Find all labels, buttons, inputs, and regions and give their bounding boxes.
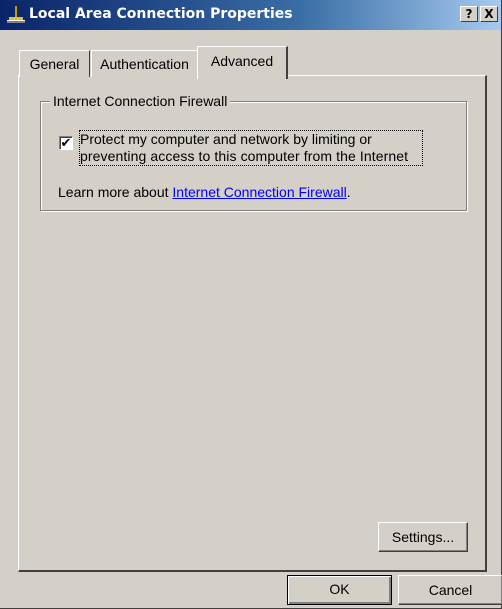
firewall-help-link[interactable]: Internet Connection Firewall <box>172 184 346 200</box>
close-button[interactable]: X <box>480 6 498 22</box>
learn-more-prefix: Learn more about <box>58 184 173 200</box>
properties-dialog: Local Area Connection Properties ? X Gen… <box>0 0 502 609</box>
title-bar[interactable]: Local Area Connection Properties ? X <box>0 0 501 30</box>
protect-checkbox-label[interactable]: Protect my computer and network by limit… <box>79 130 423 166</box>
window-title: Local Area Connection Properties <box>29 6 293 22</box>
cancel-button[interactable]: Cancel <box>398 575 502 605</box>
ok-button[interactable]: OK <box>287 575 392 605</box>
learn-more-text: Learn more about Internet Connection Fir… <box>58 184 351 200</box>
learn-more-suffix: . <box>346 184 351 200</box>
tab-advanced[interactable]: Advanced <box>197 46 288 79</box>
tab-general[interactable]: General <box>19 50 90 77</box>
protect-checkbox[interactable]: ✔ <box>59 136 73 150</box>
protect-label-line1: Protect my computer and network by limit… <box>80 131 372 147</box>
network-connection-icon <box>7 6 25 23</box>
firewall-group-title: Internet Connection Firewall <box>50 93 231 109</box>
protect-label-line2: preventing access to this computer from … <box>80 148 409 164</box>
help-button[interactable]: ? <box>460 6 478 22</box>
tab-authentication[interactable]: Authentication <box>91 50 198 77</box>
settings-button[interactable]: Settings... <box>378 522 468 552</box>
